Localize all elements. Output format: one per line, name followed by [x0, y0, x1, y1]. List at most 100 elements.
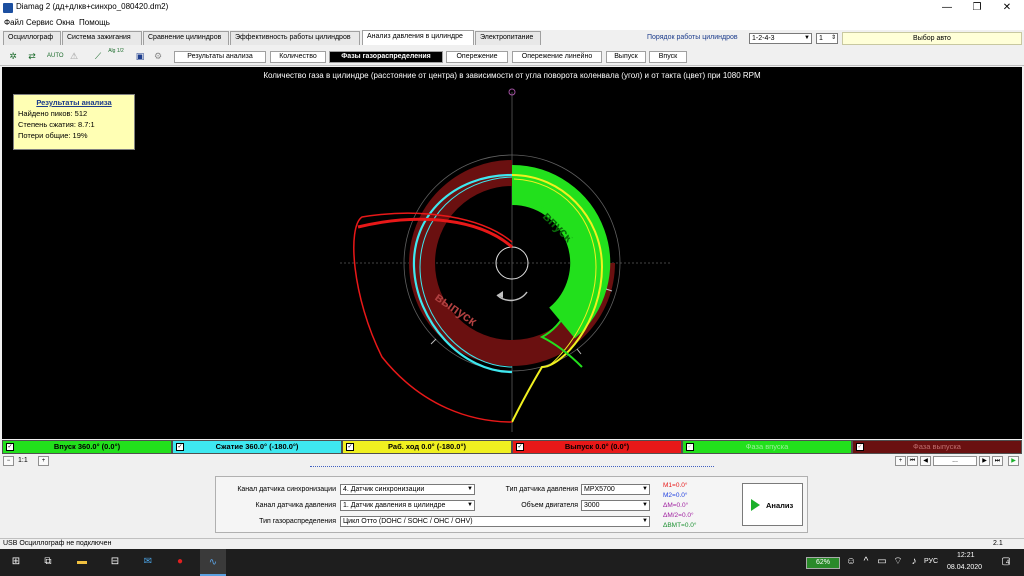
legend-item-intake-phase[interactable]: ✓ Фаза впуска — [682, 440, 852, 454]
text-icon[interactable]: ⚠ — [66, 48, 82, 64]
chevron-down-icon: ▼ — [467, 502, 473, 508]
subtab-exhaust[interactable]: Выпуск — [606, 51, 646, 63]
notification-count: 4 — [1006, 560, 1010, 566]
network-icon[interactable]: ⌔ — [890, 554, 906, 570]
tab-power-supply[interactable]: Электропитание — [475, 31, 541, 45]
last-page-icon[interactable]: ⏭ — [992, 456, 1003, 466]
chevron-down-icon: ▼ — [467, 486, 473, 492]
settings-panel: Канал датчика синхронизации 4. Датчик си… — [215, 476, 808, 533]
tab-cylinder-compare[interactable]: Сравнение цилиндров — [143, 31, 229, 45]
settings-icon[interactable]: ✲ — [5, 48, 21, 64]
subtab-results[interactable]: Результаты анализа — [174, 51, 266, 63]
taskbar: ⊞ ⧉ ▬ ⊟ ✉ ● ∿ 62% ☺ ^ ▭ ⌔ ♪ РУС 12:21 08… — [0, 549, 1024, 576]
legend-item-power[interactable]: ✓ Раб. ход 0.0° (-180.0°) — [342, 440, 512, 454]
subtab-advance-linear[interactable]: Опережение линейно — [512, 51, 602, 63]
menu-service[interactable]: Сервис — [26, 18, 53, 27]
timing-type-label: Тип газораспределения — [259, 518, 336, 525]
timing-type-select[interactable]: Цикл Отто (DOHC / SOHC / OHC / OHV) ▼ — [340, 516, 650, 527]
analyze-button[interactable]: Анализ — [742, 483, 803, 526]
checkbox-icon[interactable]: ✓ — [516, 443, 524, 451]
menu-windows[interactable]: Окна — [56, 18, 75, 27]
main-tabs: Осциллограф Система зажигания Сравнение … — [0, 30, 1024, 45]
tick-mark — [430, 338, 437, 345]
results-header: Результаты анализа — [36, 98, 112, 107]
checkbox-icon[interactable]: ✓ — [346, 443, 354, 451]
engine-volume-value: 3000 — [584, 502, 600, 509]
diamag-app-icon[interactable]: ∿ — [200, 549, 226, 576]
input-language[interactable]: РУС — [924, 558, 938, 565]
checkbox-icon[interactable]: ✓ — [686, 443, 694, 451]
menu-help[interactable]: Помощь — [79, 18, 110, 27]
auto-icon[interactable]: AUTO — [47, 48, 64, 64]
clock-date[interactable]: 08.04.2020 — [947, 564, 982, 571]
close-button[interactable]: ✕ — [992, 0, 1022, 16]
first-page-icon[interactable]: ⏮ — [907, 456, 918, 466]
chevron-down-icon: ▼ — [642, 518, 648, 524]
clock-time[interactable]: 12:21 — [957, 552, 975, 559]
legend-item-compression[interactable]: ✓ Сжатие 360.0° (-180.0°) — [172, 440, 342, 454]
menu-file[interactable]: Файл — [4, 18, 24, 27]
subtab-advance[interactable]: Опережение — [446, 51, 508, 63]
timing-type-value: Цикл Отто (DOHC / SOHC / OHC / OHV) — [343, 518, 473, 525]
subtab-valve-timing[interactable]: Фазы газораспределения — [329, 51, 443, 63]
tab-cylinder-efficiency[interactable]: Эффективность работы цилиндров — [230, 31, 360, 45]
engine-volume-label: Объем двигателя — [521, 502, 578, 509]
pressure-channel-select[interactable]: 1. Датчик давления в цилиндре ▼ — [340, 500, 475, 511]
yandex-browser-icon[interactable]: ● — [172, 554, 188, 570]
legend-label: Раб. ход 0.0° (-180.0°) — [388, 442, 466, 451]
engine-volume-select[interactable]: 3000 ▼ — [581, 500, 650, 511]
sync-channel-select[interactable]: 4. Датчик синхронизации ▼ — [340, 484, 475, 495]
menu-bar: Файл Сервис Окна Помощь Порядок работы ц… — [0, 16, 1024, 45]
checkbox-icon[interactable]: ✓ — [856, 443, 864, 451]
battery-indicator: 62% — [806, 557, 840, 569]
results-losses: Потери общие: 19% — [18, 131, 88, 140]
prev-page-icon[interactable]: ◀ — [920, 456, 931, 466]
task-view-icon[interactable]: ⧉ — [40, 554, 56, 570]
status-text: USB Осциллограф не подключен — [3, 540, 112, 547]
legend-label: Фаза выпуска — [913, 442, 961, 451]
play-icon[interactable]: ▶ — [1008, 456, 1019, 466]
polar-plot[interactable]: Количество газа в цилиндре (расстояние о… — [2, 67, 1022, 439]
volume-icon[interactable]: ♪ — [906, 554, 922, 570]
subtab-intake[interactable]: Впуск — [649, 51, 687, 63]
legend-label: Фаза впуска — [745, 442, 789, 451]
scroll-track[interactable] — [310, 466, 714, 469]
minimize-button[interactable]: — — [932, 0, 962, 16]
graph-icon[interactable]: ⟋ — [90, 48, 106, 64]
legend-item-exhaust-phase[interactable]: ✓ Фаза выпуска — [852, 440, 1022, 454]
tab-oscilloscope[interactable]: Осциллограф — [3, 31, 61, 45]
sensor-type-select[interactable]: MPX5700 ▼ — [581, 484, 650, 495]
subtab-quantity[interactable]: Количество — [270, 51, 326, 63]
zoom-out-icon[interactable]: − — [3, 456, 14, 466]
results-peaks: Найдено пиков: 512 — [18, 109, 88, 118]
scale-icon[interactable]: Alg 1/2 — [108, 48, 124, 64]
file-explorer-icon[interactable]: ▬ — [74, 554, 90, 570]
tab-pressure-analysis[interactable]: Анализ давления в цилиндре — [362, 30, 474, 45]
legend-label: Впуск 360.0° (0.0°) — [53, 442, 121, 451]
checkbox-icon[interactable]: ✓ — [6, 443, 14, 451]
mail-icon[interactable]: ✉ — [140, 554, 156, 570]
gear-icon[interactable]: ⚙ — [150, 48, 166, 64]
sync-channel-label: Канал датчика синхронизации — [237, 486, 336, 493]
windows-start-icon[interactable]: ⊞ — [8, 554, 24, 570]
tray-chevron-icon[interactable]: ^ — [858, 554, 874, 570]
analyze-label: Анализ — [766, 501, 794, 510]
checkbox-icon[interactable]: ✓ — [176, 443, 184, 451]
measure-icon[interactable]: ⇄ — [24, 48, 40, 64]
people-icon[interactable]: ☺ — [843, 554, 859, 570]
save-icon[interactable]: ▣ — [132, 48, 148, 64]
polar-chart-svg: впуск выпуск — [340, 88, 672, 432]
sensor-type-value: MPX5700 — [584, 486, 615, 493]
tab-ignition[interactable]: Система зажигания — [62, 31, 142, 45]
maximize-button[interactable]: ❐ — [962, 0, 992, 16]
zoom-plus-icon[interactable]: + — [895, 456, 906, 466]
zoom-in-icon[interactable]: + — [38, 456, 49, 466]
zoom-nav-bar: − 1:1 + + ⏮ ◀ ... ▶ ⏭ ▶ — [0, 455, 1024, 467]
legend-item-exhaust[interactable]: ✓ Выпуск 0.0° (0.0°) — [512, 440, 682, 454]
store-icon[interactable]: ⊟ — [107, 554, 123, 570]
battery-level: 62% — [815, 559, 830, 566]
pressure-channel-label: Канал датчика давления — [255, 502, 336, 509]
next-page-icon[interactable]: ▶ — [979, 456, 990, 466]
battery-icon[interactable]: ▭ — [874, 554, 890, 570]
legend-item-intake[interactable]: ✓ Впуск 360.0° (0.0°) — [2, 440, 172, 454]
